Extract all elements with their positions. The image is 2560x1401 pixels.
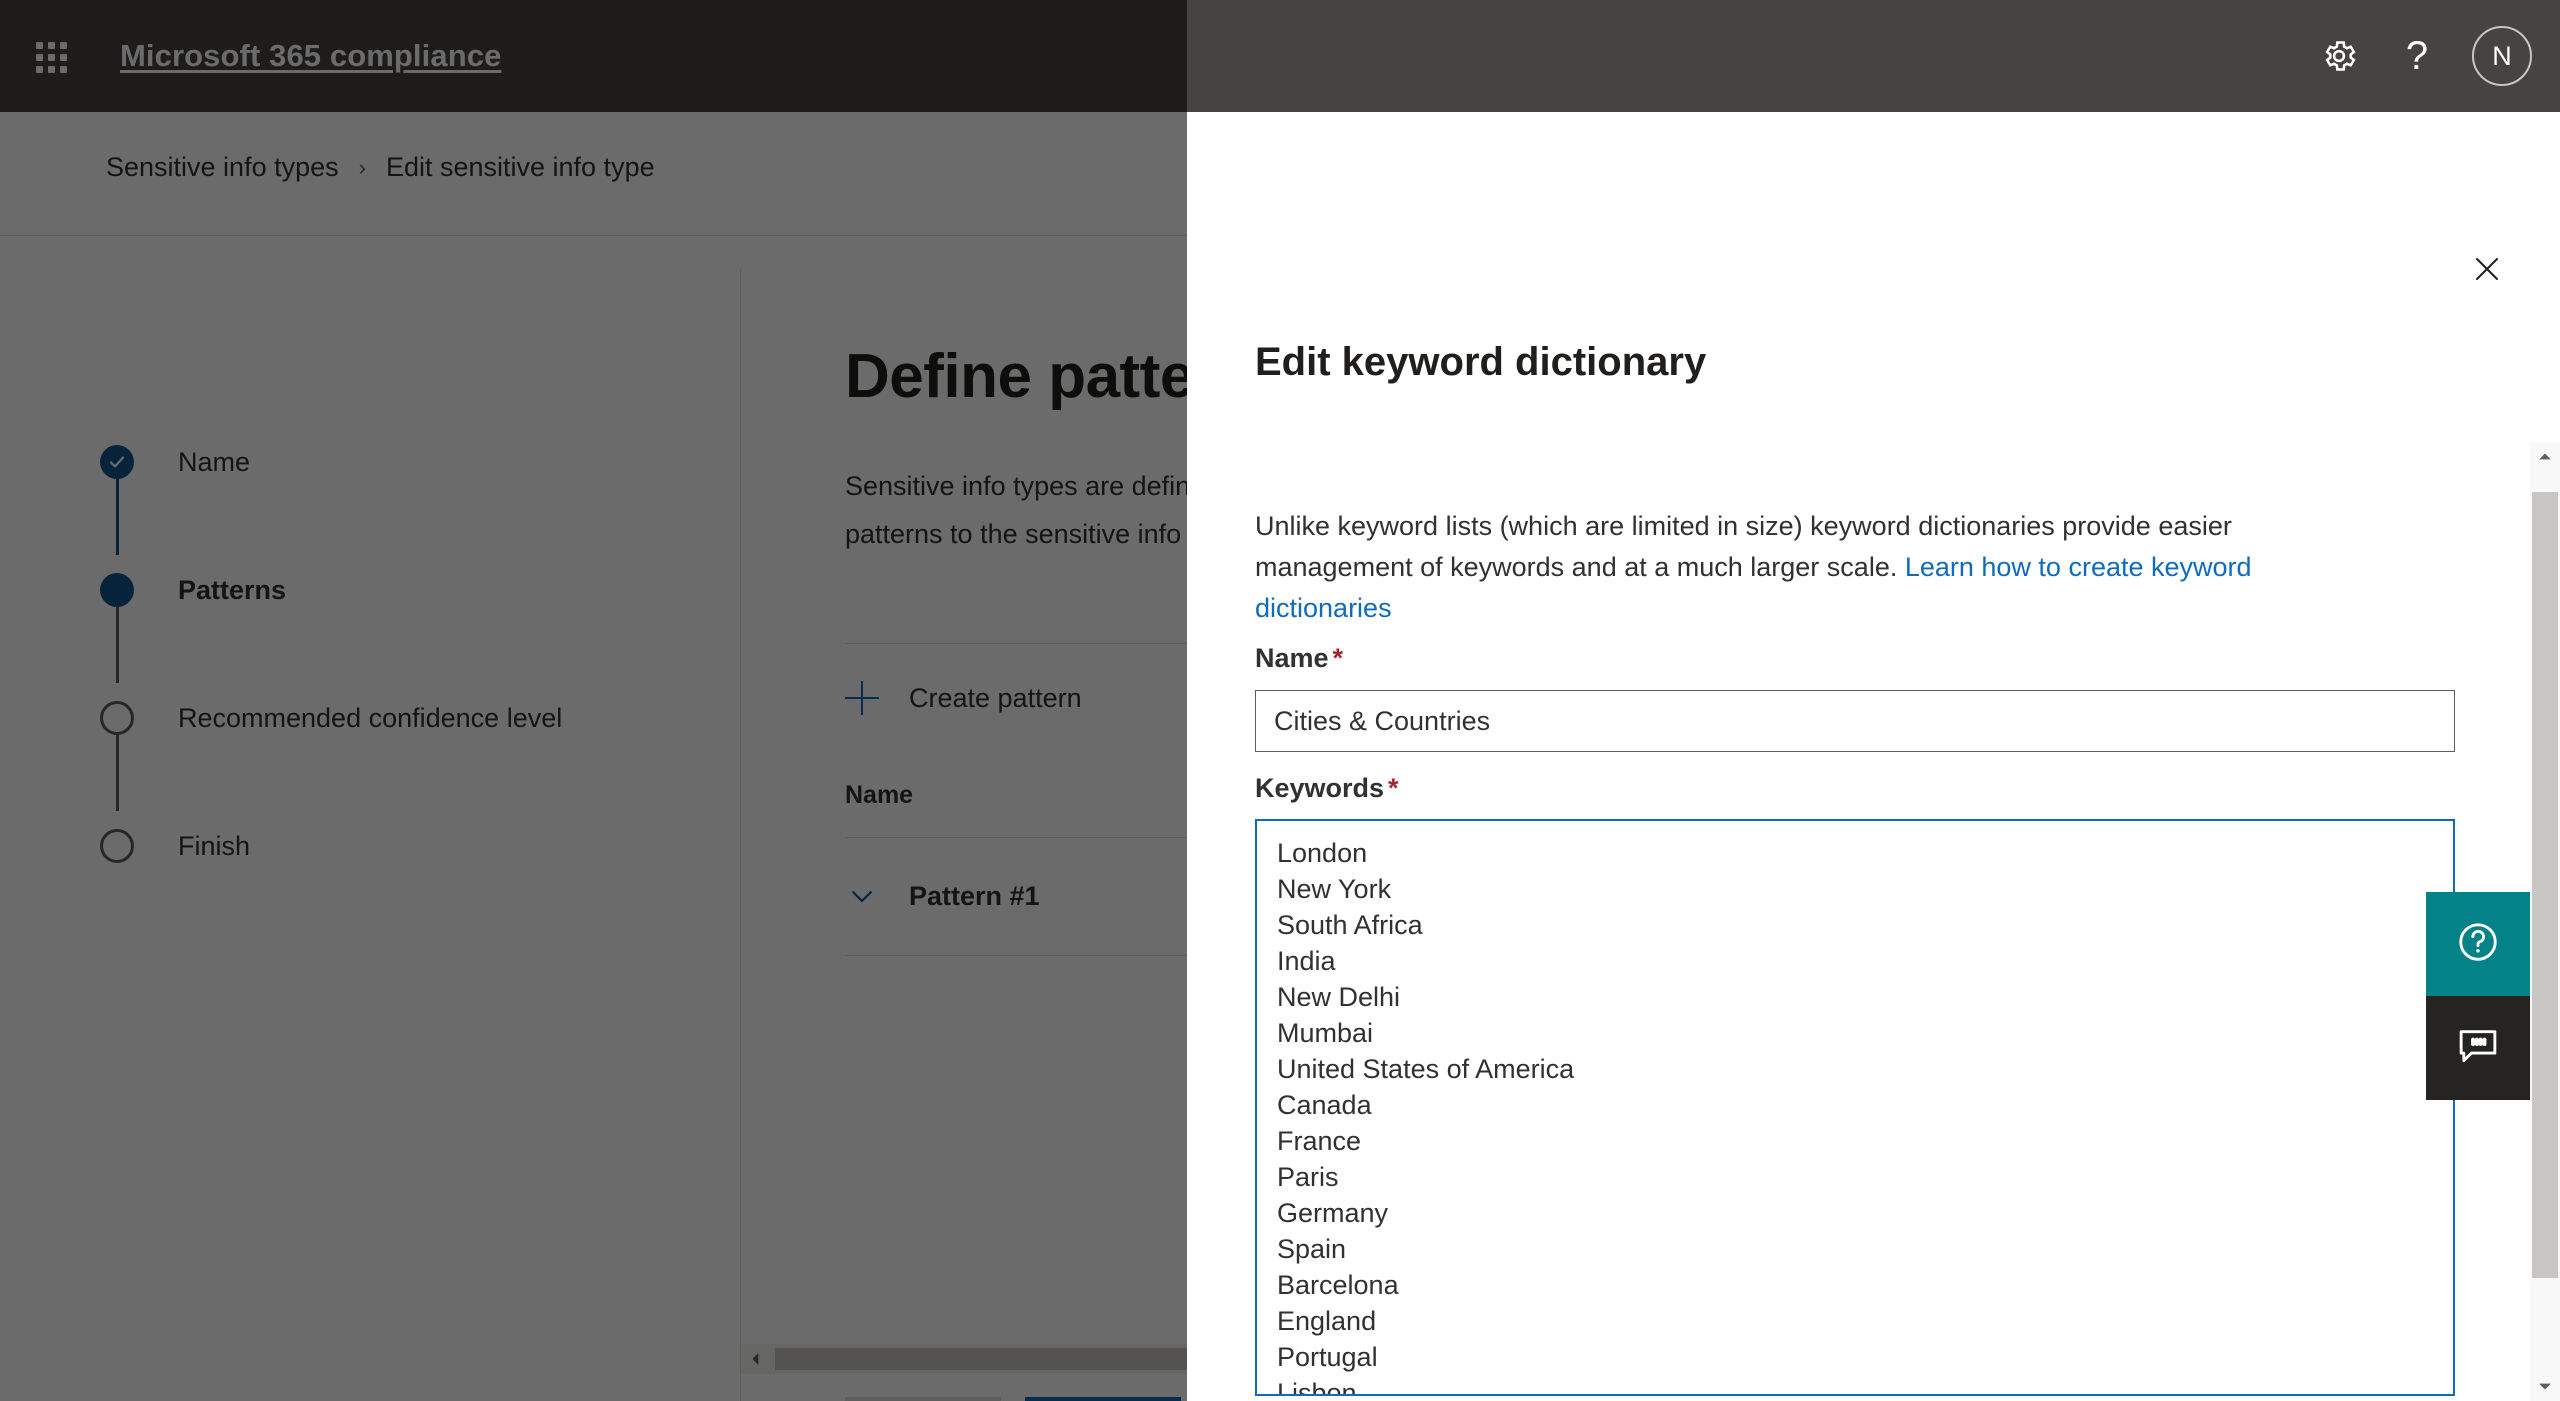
keyword-line: United States of America <box>1277 1054 1575 1084</box>
keyword-line: Barcelona <box>1277 1270 1399 1300</box>
keyword-line: New York <box>1277 874 1392 904</box>
keywords-field-label: Keywords * <box>1255 773 1399 804</box>
scroll-down-arrow-icon[interactable] <box>2530 1371 2560 1401</box>
keyword-line: France <box>1277 1126 1362 1156</box>
keyword-line: Germany <box>1277 1198 1389 1228</box>
keyword-line: South Africa <box>1277 910 1423 940</box>
settings-button[interactable] <box>2300 17 2378 95</box>
feedback-float-button[interactable] <box>2426 996 2530 1100</box>
name-field-label: Name * <box>1255 643 1343 674</box>
keyword-line: Canada <box>1277 1090 1372 1120</box>
gear-icon <box>2320 37 2358 75</box>
app-root: Microsoft 365 compliance ? N Sensitive i… <box>0 0 2560 1401</box>
keyword-line: Paris <box>1277 1162 1339 1192</box>
panel-vertical-scrollbar[interactable] <box>2530 442 2560 1401</box>
name-input[interactable] <box>1255 690 2455 752</box>
keyword-line: England <box>1277 1306 1377 1336</box>
help-circle-icon <box>2455 919 2501 970</box>
panel-scrollbar-track[interactable] <box>2530 472 2560 1371</box>
keyword-line: Spain <box>1277 1234 1347 1264</box>
panel-title: Edit keyword dictionary <box>1255 340 1707 384</box>
keywords-textarea[interactable]: London New York South Africa India New Delhi… <box>1255 819 2455 1396</box>
close-button[interactable] <box>2456 240 2518 302</box>
question-mark-icon: ? <box>2405 34 2429 78</box>
edit-keyword-dictionary-panel: Edit keyword dictionary Unlike keyword l… <box>1187 112 2560 1401</box>
avatar[interactable]: N <box>2472 26 2532 86</box>
feedback-chat-icon <box>2455 1023 2501 1074</box>
help-float-button[interactable] <box>2426 892 2530 996</box>
panel-description: Unlike keyword lists (which are limited … <box>1255 506 2375 629</box>
keyword-line: Portugal <box>1277 1342 1378 1372</box>
keyword-line: Mumbai <box>1277 1018 1374 1048</box>
name-field-label-text: Name <box>1255 643 1329 673</box>
suite-actions: ? N <box>2300 17 2560 95</box>
scroll-up-arrow-icon[interactable] <box>2530 442 2560 472</box>
panel-scrollbar-thumb[interactable] <box>2532 492 2558 1278</box>
keyword-line: India <box>1277 946 1336 976</box>
keyword-line: Lisbon <box>1277 1378 1357 1396</box>
modal-overlay[interactable] <box>0 0 1187 1401</box>
floating-action-stack <box>2426 892 2530 1100</box>
help-button[interactable]: ? <box>2378 17 2456 95</box>
keywords-field-label-text: Keywords <box>1255 773 1385 803</box>
required-marker: * <box>1388 773 1399 803</box>
keyword-line: London <box>1277 838 1368 868</box>
required-marker: * <box>1332 643 1344 673</box>
close-icon <box>2472 254 2502 289</box>
keyword-line: New Delhi <box>1277 982 1401 1012</box>
